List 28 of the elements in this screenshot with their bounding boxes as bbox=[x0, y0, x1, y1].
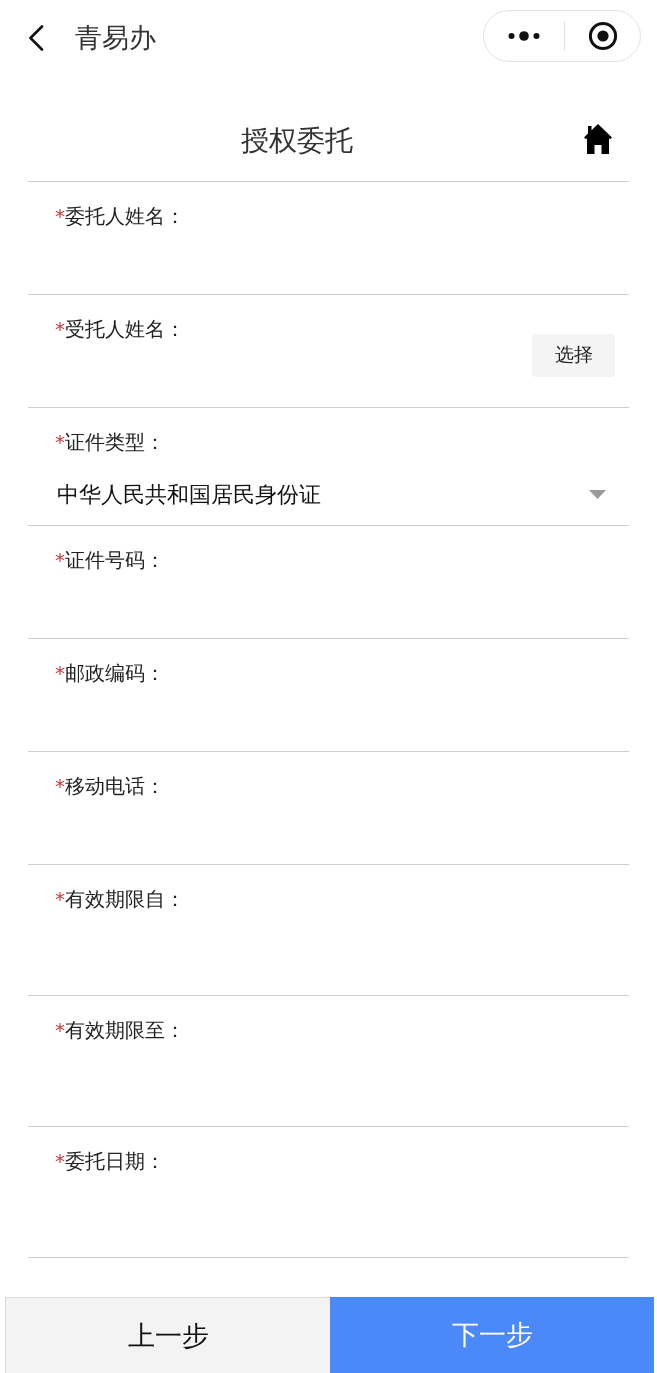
required-mark: * bbox=[55, 1149, 65, 1173]
nav-title: 青易办 bbox=[75, 20, 157, 55]
required-mark: * bbox=[55, 887, 65, 911]
field-label: 委托人姓名： bbox=[65, 204, 185, 228]
page-title: 授权委托 bbox=[240, 122, 354, 159]
caret-icon bbox=[589, 490, 606, 499]
required-mark: * bbox=[55, 661, 65, 685]
field-label: 委托日期： bbox=[65, 1149, 165, 1173]
field-label: 移动电话： bbox=[65, 774, 165, 798]
field-label: 有效期限自： bbox=[65, 887, 185, 911]
field-label: 有效期限至： bbox=[65, 1018, 185, 1042]
required-mark: * bbox=[55, 430, 65, 454]
required-mark: * bbox=[55, 774, 65, 798]
more-icon[interactable] bbox=[508, 31, 540, 41]
field-label: 证件类型： bbox=[65, 430, 165, 454]
select-field[interactable]: 中华人民共和国居民身份证 bbox=[28, 456, 629, 526]
required-mark: * bbox=[55, 317, 65, 341]
previous-step-button[interactable]: 上一步 bbox=[5, 1297, 330, 1373]
select-button[interactable]: 选择 bbox=[532, 333, 615, 377]
close-icon[interactable] bbox=[588, 21, 618, 51]
field-label: 证件号码： bbox=[65, 548, 165, 572]
field-label: 受托人姓名： bbox=[65, 317, 185, 341]
field-label: 邮政编码： bbox=[65, 661, 165, 685]
home-icon[interactable] bbox=[583, 122, 613, 155]
required-mark: * bbox=[55, 1018, 65, 1042]
back-icon[interactable] bbox=[28, 24, 44, 51]
required-mark: * bbox=[55, 204, 65, 228]
required-mark: * bbox=[55, 548, 65, 572]
